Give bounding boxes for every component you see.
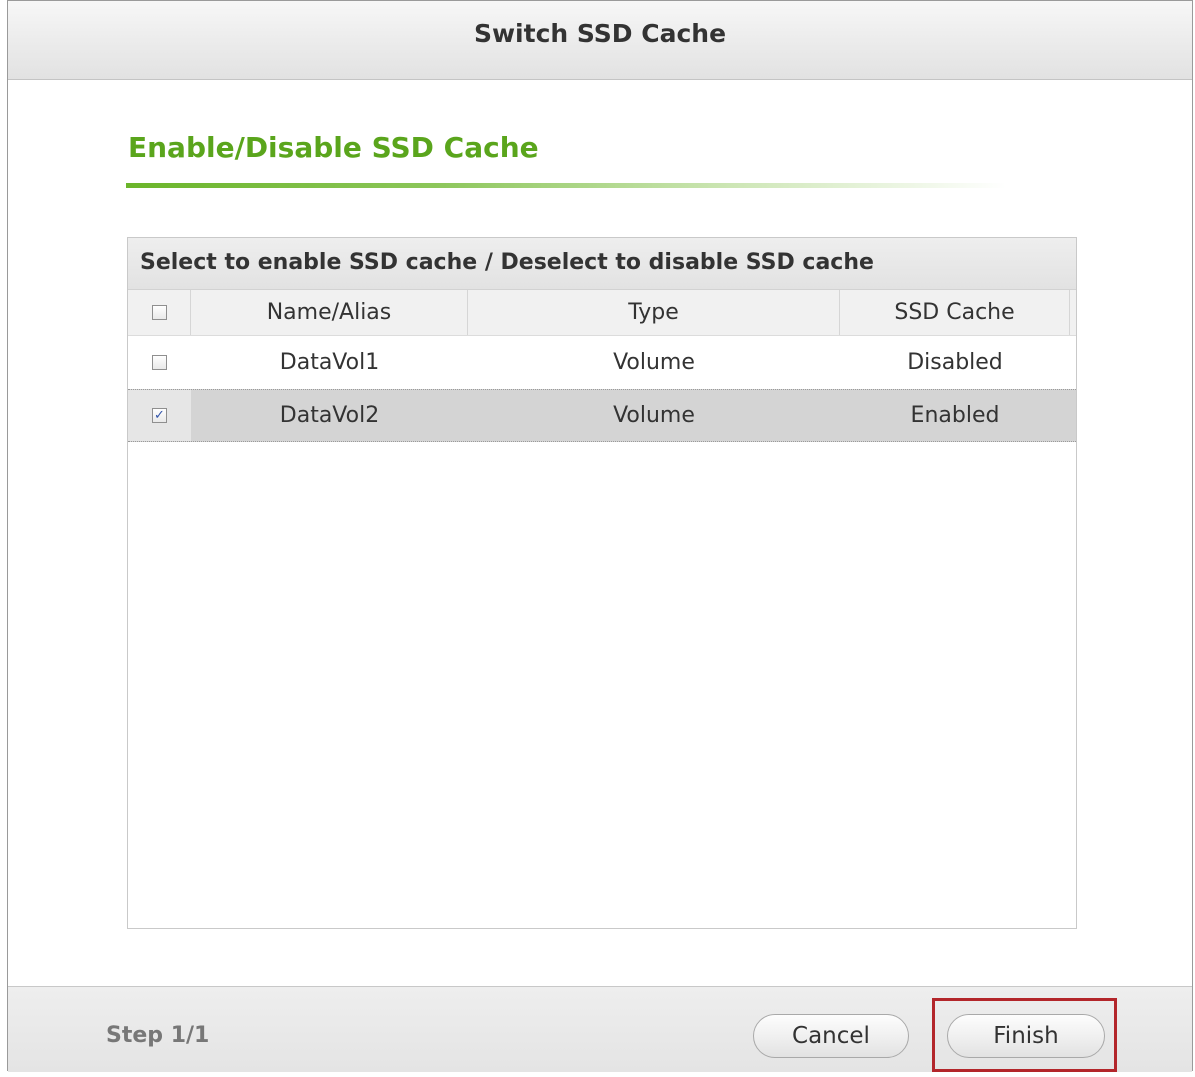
column-header-type[interactable]: Type xyxy=(468,290,840,335)
cancel-button[interactable]: Cancel xyxy=(753,1014,909,1058)
dialog-title: Switch SSD Cache xyxy=(473,19,727,48)
row-checkbox-checked[interactable]: ✓ xyxy=(152,408,167,423)
table-column-headers: Name/Alias Type SSD Cache xyxy=(128,290,1076,336)
select-all-checkbox[interactable] xyxy=(151,305,167,320)
row-type: Volume xyxy=(613,350,695,375)
row-name: DataVol2 xyxy=(279,403,380,428)
table-row[interactable]: ✓ DataVol2 Volume Enabled xyxy=(128,389,1076,442)
row-ssd-cache-status: Enabled xyxy=(910,403,1000,428)
column-header-name[interactable]: Name/Alias xyxy=(191,290,468,335)
select-all-cell xyxy=(128,290,191,335)
section-title: Enable/Disable SSD Cache xyxy=(128,131,539,164)
checkmark-icon: ✓ xyxy=(154,408,165,423)
switch-ssd-cache-dialog: Switch SSD Cache Enable/Disable SSD Cach… xyxy=(7,0,1193,1072)
dialog-titlebar: Switch SSD Cache xyxy=(8,1,1192,80)
row-name: DataVol1 xyxy=(279,350,380,375)
column-header-ssd-cache[interactable]: SSD Cache xyxy=(840,290,1070,335)
ssd-cache-table-panel: Select to enable SSD cache / Deselect to… xyxy=(127,237,1077,929)
step-indicator: Step 1/1 xyxy=(106,1023,210,1048)
row-ssd-cache-status: Disabled xyxy=(907,350,1003,375)
finish-button[interactable]: Finish xyxy=(947,1014,1105,1058)
row-type: Volume xyxy=(613,403,695,428)
panel-header-text: Select to enable SSD cache / Deselect to… xyxy=(140,250,874,275)
section-underline xyxy=(126,183,1006,188)
table-row[interactable]: DataVol1 Volume Disabled xyxy=(128,336,1076,389)
panel-header: Select to enable SSD cache / Deselect to… xyxy=(128,238,1076,290)
row-checkbox-cell xyxy=(128,336,191,389)
dialog-footer: Step 1/1 Cancel Finish xyxy=(8,986,1192,1072)
row-checkbox-cell: ✓ xyxy=(128,390,191,441)
row-checkbox[interactable] xyxy=(152,355,167,370)
